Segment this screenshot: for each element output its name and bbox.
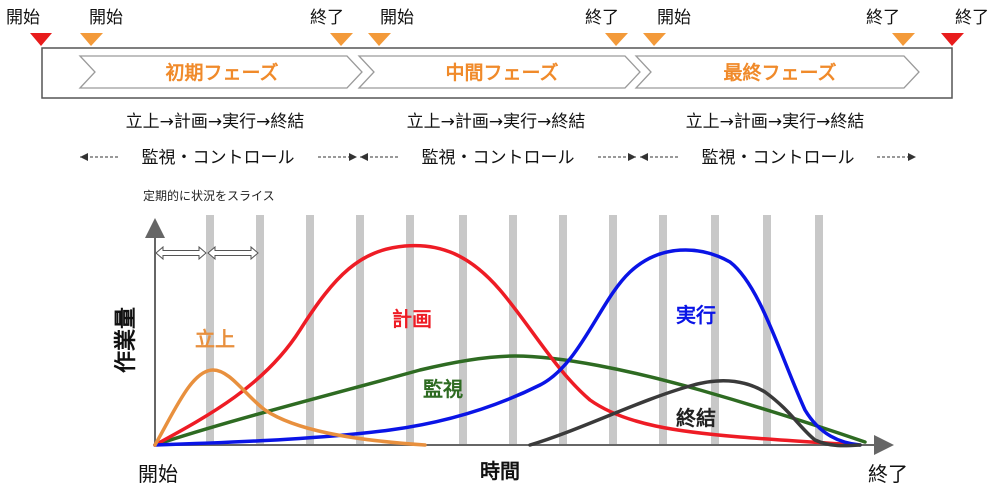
slice-bar bbox=[559, 215, 567, 445]
phase3-start-marker bbox=[643, 33, 666, 46]
slice-interval-arrow bbox=[207, 245, 259, 261]
curve-label-tachiage: 立上 bbox=[195, 327, 235, 351]
x-axis-start-label: 開始 bbox=[138, 462, 178, 486]
slice-interval-arrow bbox=[155, 245, 207, 261]
monitoring-arrowhead-2a bbox=[360, 153, 368, 161]
x-axis-end-label: 終了 bbox=[868, 462, 908, 486]
phase1-start-marker bbox=[80, 33, 103, 46]
project-start-label: 開始 bbox=[6, 8, 40, 28]
phase2-start-label: 開始 bbox=[380, 8, 414, 28]
timeline: 開始 開始 終了 開始 終了 開始 終了 終了 初期フェーズ 中間フェーズ 最終… bbox=[6, 8, 989, 99]
phase1-end-label: 終了 bbox=[310, 8, 344, 28]
monitoring-label-3: 監視・コントロール bbox=[702, 148, 855, 168]
process-steps: 立上→計画→実行→終結 立上→計画→実行→終結 立上→計画→実行→終結 bbox=[126, 112, 865, 132]
x-axis-label: 時間 bbox=[480, 459, 520, 483]
y-axis-label: 作業量 bbox=[114, 307, 139, 373]
monitoring-arrowhead-3a bbox=[640, 153, 648, 161]
phase2-end-marker bbox=[605, 33, 628, 46]
monitoring-arrowhead-2b bbox=[628, 153, 636, 161]
phase3-end-label: 終了 bbox=[866, 8, 900, 28]
curve-label-shuuketsu: 終結 bbox=[676, 406, 716, 430]
slice-note: 定期的に状況をスライス bbox=[143, 188, 275, 203]
phase2-end-label: 終了 bbox=[585, 8, 619, 28]
slice-bar bbox=[306, 215, 314, 445]
phase2-label: 中間フェーズ bbox=[445, 61, 558, 84]
phase3-steps: 立上→計画→実行→終結 bbox=[686, 112, 865, 132]
slice-bar bbox=[459, 215, 467, 445]
slice-bar bbox=[509, 215, 517, 445]
phase3-end-marker bbox=[892, 33, 915, 46]
curve-label-kanshi: 監視 bbox=[423, 377, 463, 401]
monitoring-arrowhead-1b bbox=[349, 153, 357, 161]
project-start-marker bbox=[30, 33, 52, 46]
slice-bar bbox=[659, 215, 667, 445]
phase1-end-marker bbox=[330, 33, 353, 46]
phase1-label: 初期フェーズ bbox=[165, 61, 278, 84]
monitoring-arrowhead-1a bbox=[80, 153, 88, 161]
project-phase-diagram: 開始 開始 終了 開始 終了 開始 終了 終了 初期フェーズ 中間フェーズ 最終… bbox=[6, 8, 989, 486]
monitoring-row: 監視・コントロール 監視・コントロール 監視・コントロール bbox=[80, 148, 916, 168]
slice-bar bbox=[815, 215, 823, 445]
phase1-steps: 立上→計画→実行→終結 bbox=[126, 112, 305, 132]
monitoring-arrowhead-3b bbox=[908, 153, 916, 161]
phase2-start-marker bbox=[368, 33, 391, 46]
phase1-start-label: 開始 bbox=[89, 8, 123, 28]
slice-bar bbox=[356, 215, 364, 445]
phase3-label: 最終フェーズ bbox=[723, 61, 836, 84]
project-end-label: 終了 bbox=[955, 8, 989, 28]
monitoring-label-2: 監視・コントロール bbox=[422, 148, 575, 168]
phase3-start-label: 開始 bbox=[657, 8, 691, 28]
curve-label-jikkou: 実行 bbox=[676, 303, 716, 327]
monitoring-label-1: 監視・コントロール bbox=[142, 148, 295, 168]
phase2-steps: 立上→計画→実行→終結 bbox=[407, 112, 586, 132]
curve-label-keikaku: 計画 bbox=[392, 307, 432, 331]
project-end-marker bbox=[941, 33, 964, 46]
